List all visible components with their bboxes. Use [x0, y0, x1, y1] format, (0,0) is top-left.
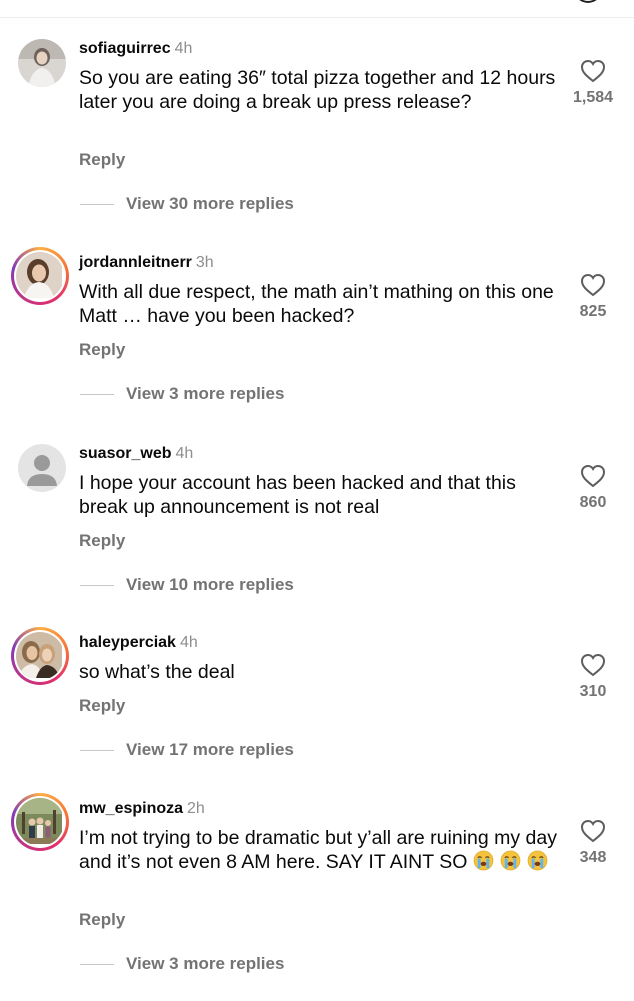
reply-button[interactable]: Reply — [79, 340, 125, 360]
heart-outline-icon[interactable] — [580, 464, 606, 488]
replies-divider — [80, 584, 114, 586]
heart-outline-icon[interactable] — [580, 59, 606, 83]
reply-button[interactable]: Reply — [79, 696, 125, 716]
comment-meta: suasor_web 4h — [79, 444, 193, 464]
view-replies-button[interactable]: View 17 more replies — [80, 740, 294, 760]
comment-text: so what’s the deal — [79, 661, 235, 683]
view-replies-button[interactable]: View 3 more replies — [80, 954, 284, 974]
view-replies-label: View 3 more replies — [126, 954, 285, 973]
crying-emoji-group — [473, 850, 554, 873]
view-replies-label: View 30 more replies — [126, 194, 294, 213]
timestamp: 4h — [175, 445, 194, 462]
comment-text: With all due respect, the math ain’t mat… — [79, 281, 554, 327]
view-replies-label: View 17 more replies — [126, 740, 294, 759]
loudly-crying-face-icon — [473, 850, 494, 871]
comment-meta: sofiaguirrec 4h — [79, 39, 192, 59]
reply-button[interactable]: Reply — [79, 910, 125, 930]
replies-divider — [80, 203, 114, 205]
username[interactable]: jordannleitnerr — [79, 254, 192, 271]
like-count: 825 — [579, 303, 607, 320]
reply-button[interactable]: Reply — [79, 150, 125, 170]
view-replies-button[interactable]: View 10 more replies — [80, 575, 294, 595]
reply-button[interactable]: Reply — [79, 531, 125, 551]
view-replies-label: View 10 more replies — [126, 575, 294, 594]
avatar[interactable] — [18, 39, 66, 87]
like-count: 1,584 — [572, 89, 614, 106]
loudly-crying-face-icon — [500, 850, 521, 871]
timestamp: 3h — [195, 254, 214, 271]
comment-meta: mw_espinoza 2h — [79, 799, 205, 819]
heart-outline-icon[interactable] — [580, 273, 606, 297]
heart-outline-icon[interactable] — [580, 819, 606, 843]
heart-outline-icon[interactable] — [580, 653, 606, 677]
username[interactable]: mw_espinoza — [79, 800, 183, 817]
avatar[interactable] — [11, 793, 69, 851]
replies-divider — [80, 393, 114, 395]
view-replies-label: View 3 more replies — [126, 384, 285, 403]
like-count: 310 — [579, 683, 607, 700]
like-control[interactable]: 310 — [570, 653, 616, 701]
avatar[interactable] — [11, 247, 69, 305]
like-control[interactable]: 348 — [570, 819, 616, 867]
like-count: 348 — [579, 849, 607, 866]
view-replies-button[interactable]: View 30 more replies — [80, 194, 294, 214]
default-person-icon — [18, 444, 66, 492]
comment-meta: haleyperciak 4h — [79, 633, 198, 653]
avatar[interactable] — [11, 627, 69, 685]
like-control[interactable]: 860 — [570, 464, 616, 512]
comment-text: I hope your account has been hacked and … — [79, 472, 516, 518]
timestamp: 4h — [179, 634, 198, 651]
loudly-crying-face-icon — [527, 850, 548, 871]
comment-text: So you are eating 36″ total pizza togeth… — [79, 67, 556, 113]
replies-divider — [80, 963, 114, 965]
timestamp: 2h — [187, 800, 205, 817]
comment-meta: jordannleitnerr 3h — [79, 253, 214, 273]
view-replies-button[interactable]: View 3 more replies — [80, 384, 284, 404]
replies-divider — [80, 749, 114, 751]
username[interactable]: sofiaguirrec — [79, 40, 171, 57]
username[interactable]: suasor_web — [79, 445, 171, 462]
username[interactable]: haleyperciak — [79, 634, 176, 651]
avatar[interactable] — [18, 444, 66, 492]
timestamp: 4h — [174, 40, 193, 57]
header-icon[interactable] — [574, 0, 602, 3]
comment-text: I’m not trying to be dramatic but y’all … — [79, 826, 559, 880]
top-divider — [0, 17, 634, 18]
like-control[interactable]: 825 — [570, 273, 616, 321]
like-control[interactable]: 1,584 — [570, 59, 616, 107]
like-count: 860 — [579, 494, 607, 511]
